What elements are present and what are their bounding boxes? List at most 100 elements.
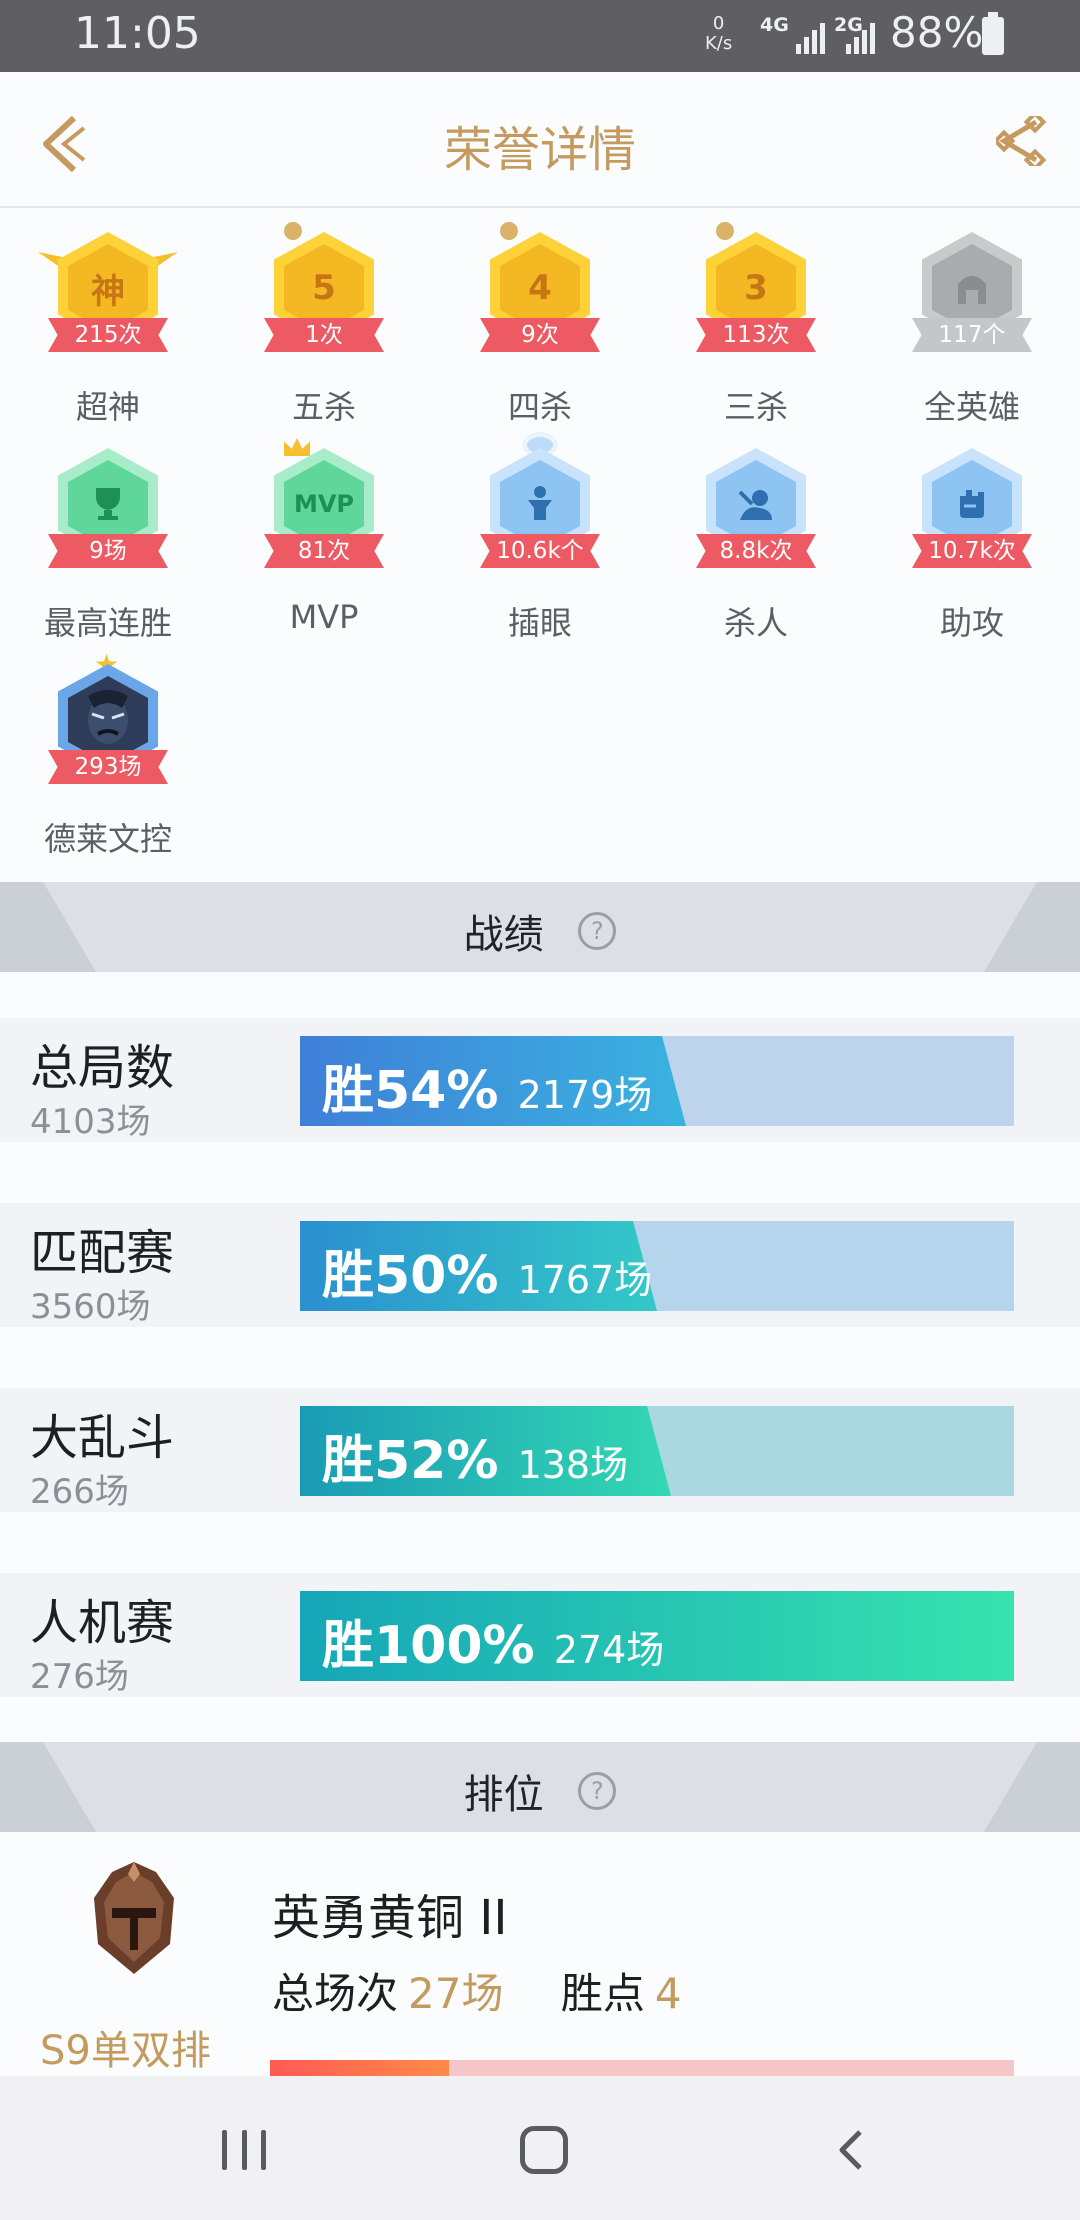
stat-name: 人机赛 (30, 1595, 175, 1651)
honor-assists[interactable]: 10.7k次 助攻 (864, 438, 1080, 644)
stat-row-total[interactable]: 总局数 4103场 胜54% 2179场 (0, 1018, 1080, 1142)
win-rate-bar: 胜50% 1767场 (300, 1221, 1014, 1311)
honor-label: 三杀 (723, 388, 788, 426)
honor-count: 9场 (48, 534, 168, 568)
win-games: 2179场 (517, 1073, 653, 1117)
honor-legendary[interactable]: 神 215次 超神 (0, 222, 216, 428)
ranked-card[interactable]: S9单双排 英勇黄铜 II 总场次 27场 胜点 4 (0, 1832, 1080, 2076)
home-icon[interactable] (520, 2126, 568, 2174)
stat-row-brawl[interactable]: 大乱斗 266场 胜52% 138场 (0, 1388, 1080, 1512)
system-nav-bar (0, 2076, 1080, 2220)
penta-kill-badge-icon: 5 1次 (254, 222, 394, 372)
bronze-helmet-icon (94, 1862, 174, 1974)
triple-kill-badge-icon: 3 113次 (686, 222, 826, 372)
honor-count: 215次 (48, 318, 168, 352)
net-speed-unit: K/s (705, 33, 733, 54)
honor-details-screen: 11:05 0 K/s 4G 2G 88% 荣誉详情 神 215次 超神 5 1… (0, 0, 1080, 2220)
honor-label: 插眼 (507, 604, 572, 642)
win-games: 1767场 (517, 1258, 653, 1302)
ranked-tier: 英勇黄铜 II (272, 1890, 508, 1946)
stat-name: 大乱斗 (30, 1410, 175, 1466)
battery-percent: 88% (890, 8, 984, 57)
net-speed-value: 0 (712, 13, 725, 34)
recent-apps-icon[interactable] (222, 2130, 266, 2170)
win-games: 138场 (517, 1443, 629, 1487)
honor-count: 117个 (912, 318, 1032, 352)
honor-label: 德莱文控 (43, 820, 172, 858)
signal-bars-icon (796, 20, 825, 54)
stat-row-match[interactable]: 匹配赛 3560场 胜50% 1767场 (0, 1203, 1080, 1327)
stat-total: 266场 (30, 1472, 129, 1512)
honor-kills[interactable]: 8.8k次 杀人 (648, 438, 864, 644)
win-rate-bar: 胜52% 138场 (300, 1406, 1014, 1496)
status-time: 11:05 (74, 8, 201, 59)
win-rate-label: 胜54% (322, 1061, 499, 1121)
ranked-progress-bar (270, 2060, 1014, 2076)
helmet-badge-icon: 117个 (902, 222, 1042, 372)
fist-badge-icon: 10.7k次 (902, 438, 1042, 588)
ranked-season: S9单双排 (40, 2028, 211, 2074)
record-section-header: 战绩 ? (0, 882, 1080, 972)
ranked-meta: 总场次 27场 胜点 4 (272, 1960, 682, 2021)
honor-hero-fan[interactable]: ★ 293场 德莱文控 (0, 648, 216, 860)
honor-label: 杀人 (723, 604, 788, 642)
stat-name: 匹配赛 (30, 1225, 175, 1281)
honor-count: 81次 (264, 534, 384, 568)
honor-count: 10.7k次 (912, 534, 1032, 568)
honor-label: 超神 (75, 388, 140, 426)
stat-total: 4103场 (30, 1102, 151, 1142)
points-value: 4 (654, 1969, 682, 2018)
kill-badge-icon: 8.8k次 (686, 438, 826, 588)
win-rate-bar: 胜54% 2179场 (300, 1036, 1014, 1126)
honor-count: 113次 (696, 318, 816, 352)
ranked-help-icon[interactable]: ? (578, 1772, 617, 1810)
stat-row-ai[interactable]: 人机赛 276场 胜100% 274场 (0, 1573, 1080, 1697)
record-section-title: 战绩 (463, 912, 544, 958)
ranked-section-header: 排位 ? (0, 1742, 1080, 1832)
legendary-badge-icon: 神 215次 (38, 222, 178, 372)
honor-count: 10.6k个 (480, 534, 600, 568)
net-speed: 0 K/s (705, 14, 732, 54)
honor-label: MVP (289, 598, 359, 636)
record-help-icon[interactable]: ? (578, 912, 617, 950)
total-games-value: 27场 (408, 1969, 504, 2018)
signal-4g-label: 4G (760, 14, 789, 36)
app-header: 荣誉详情 (0, 72, 1080, 208)
honor-count: 293场 (48, 750, 168, 784)
honor-quadra-kill[interactable]: 4 9次 四杀 (432, 222, 648, 428)
total-games-label: 总场次 (272, 1969, 399, 2018)
honor-count: 1次 (264, 318, 384, 352)
stat-total: 276场 (30, 1657, 129, 1697)
share-icon[interactable] (996, 116, 1046, 166)
honor-count: 9次 (480, 318, 600, 352)
honor-wards[interactable]: 10.6k个 插眼 (432, 432, 648, 644)
honor-win-streak[interactable]: 9场 最高连胜 (0, 438, 216, 644)
page-title: 荣誉详情 (443, 122, 636, 178)
win-rate-label: 胜100% (322, 1616, 535, 1676)
ranked-progress-fill (270, 2060, 449, 2076)
honor-label: 五杀 (291, 388, 356, 426)
hero-portrait-badge-icon: ★ 293场 (38, 648, 178, 804)
win-rate-label: 胜50% (322, 1246, 499, 1306)
honor-label: 最高连胜 (43, 604, 172, 642)
honor-all-heroes[interactable]: 117个 全英雄 (864, 222, 1080, 428)
trophy-badge-icon: 9场 (38, 438, 178, 588)
mvp-badge-icon: MVP 81次 (254, 438, 394, 588)
battery-icon (982, 12, 1004, 55)
win-games: 274场 (553, 1628, 665, 1672)
honor-count: 8.8k次 (696, 534, 816, 568)
honor-label: 助攻 (939, 604, 1004, 642)
honor-mvp[interactable]: MVP 81次 MVP (216, 438, 432, 636)
honor-label: 全英雄 (923, 388, 1020, 426)
win-rate-bar: 胜100% 274场 (300, 1591, 1014, 1681)
honor-penta-kill[interactable]: 5 1次 五杀 (216, 222, 432, 428)
stat-name: 总局数 (30, 1040, 175, 1096)
win-rate-label: 胜52% (322, 1431, 499, 1491)
nav-back-icon[interactable] (828, 2126, 876, 2174)
honor-label: 四杀 (507, 388, 572, 426)
status-bar: 11:05 0 K/s 4G 2G 88% (0, 0, 1080, 72)
signal-bars-2-icon (846, 20, 875, 54)
points-label: 胜点 (560, 1969, 645, 2018)
ward-badge-icon: 10.6k个 (470, 432, 610, 588)
honor-triple-kill[interactable]: 3 113次 三杀 (648, 222, 864, 428)
